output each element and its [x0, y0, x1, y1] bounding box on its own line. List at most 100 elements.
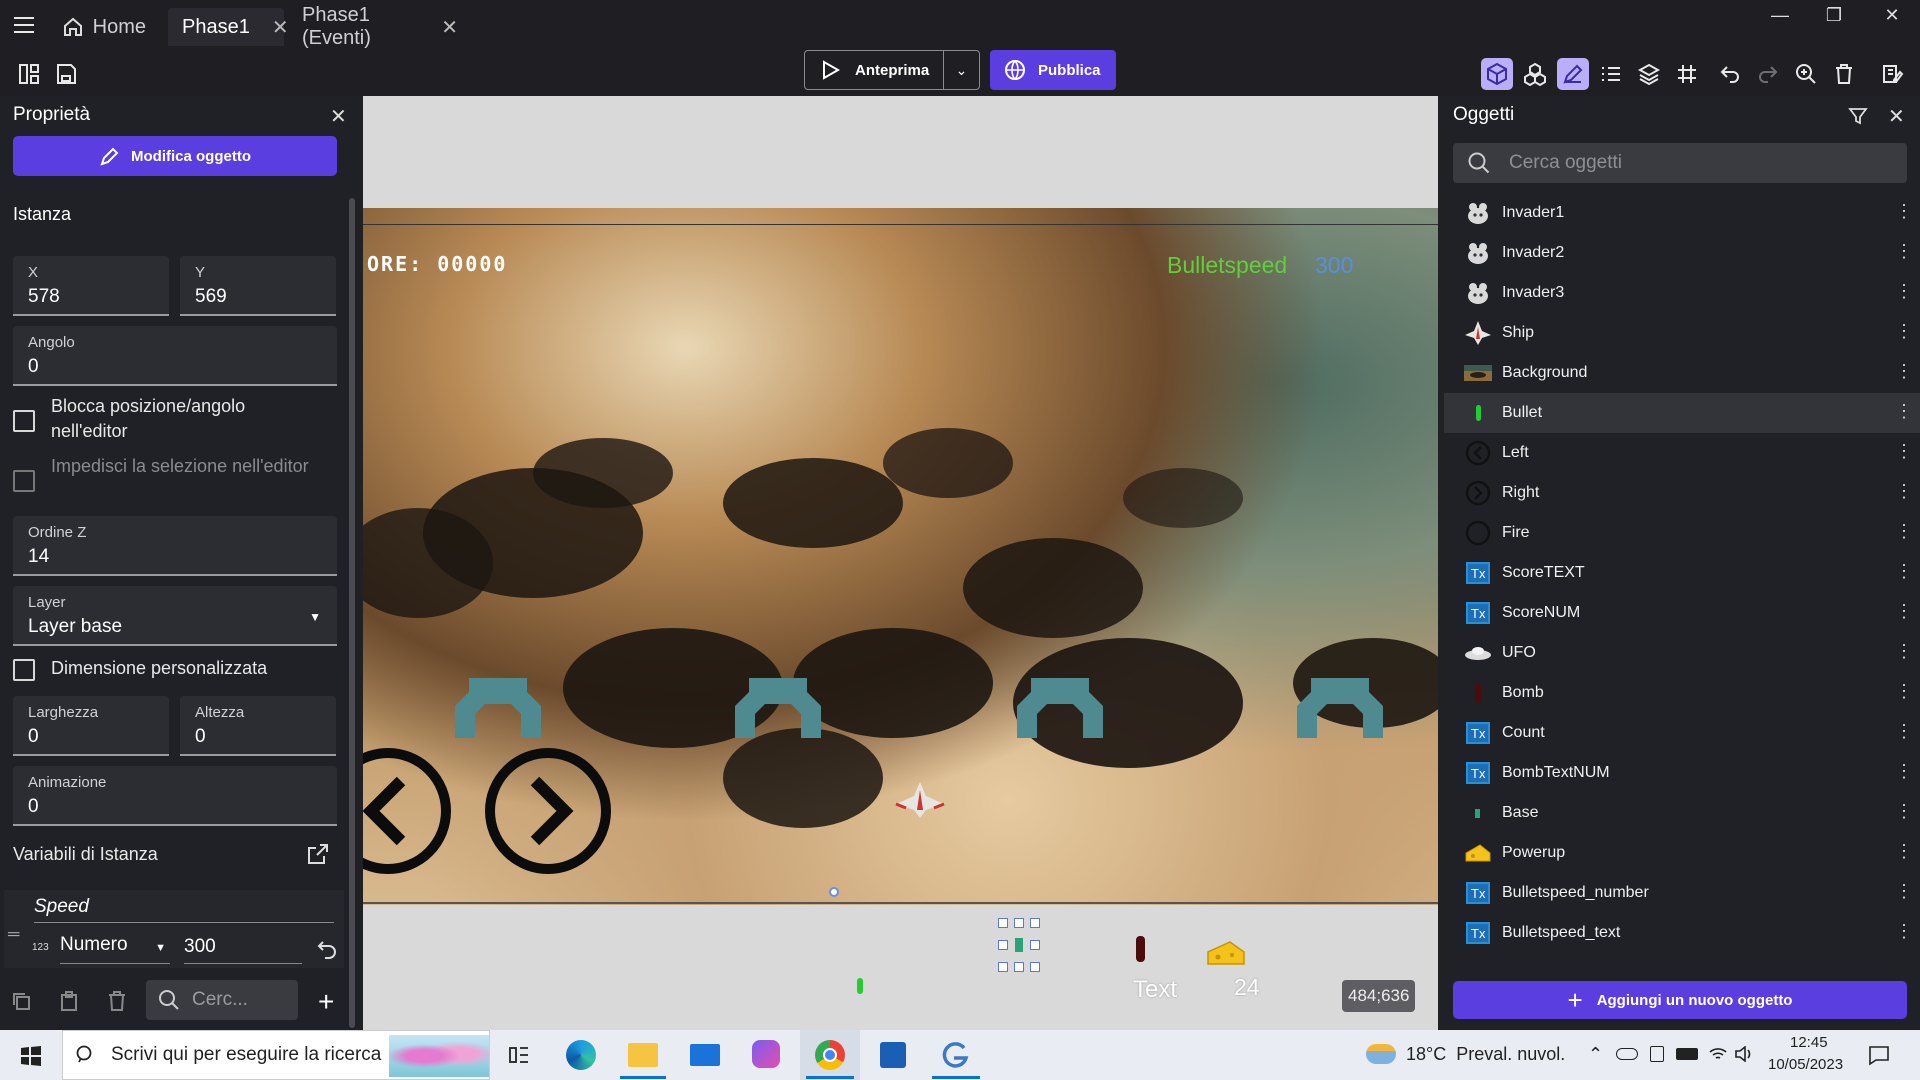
count-object[interactable]: 24	[1234, 974, 1260, 1001]
mail-icon[interactable]	[690, 1044, 720, 1066]
variables-search[interactable]: Cerc...	[146, 980, 298, 1020]
left-arrow-button[interactable]	[363, 746, 453, 876]
more-options-icon[interactable]: ⋮	[1895, 521, 1913, 542]
copilot-app-icon[interactable]	[752, 1040, 780, 1068]
more-options-icon[interactable]: ⋮	[1895, 441, 1913, 462]
restore-window-icon[interactable]: ❐	[1806, 0, 1862, 30]
tab-home[interactable]: Home	[48, 8, 160, 46]
zorder-field[interactable]: Ordine Z 14	[13, 516, 337, 576]
save-icon[interactable]	[50, 58, 82, 90]
objects-search-input[interactable]: Cerca oggetti	[1453, 143, 1907, 183]
panel-scrollbar[interactable]	[349, 198, 355, 1028]
reset-icon[interactable]	[316, 938, 338, 965]
trash-icon[interactable]	[1828, 58, 1860, 90]
edge-browser-icon[interactable]	[566, 1040, 596, 1070]
paste-icon[interactable]	[58, 990, 80, 1017]
preview-button[interactable]: Anteprima ⌄	[804, 50, 980, 90]
variable-value-input[interactable]: 300	[184, 936, 302, 964]
more-options-icon[interactable]: ⋮	[1895, 721, 1913, 742]
angle-field[interactable]: Angolo 0	[13, 326, 337, 386]
custom-size-checkbox[interactable]	[13, 659, 35, 681]
more-options-icon[interactable]: ⋮	[1895, 361, 1913, 382]
close-panel-icon[interactable]: ✕	[1888, 104, 1905, 129]
instances-list-icon[interactable]	[1595, 58, 1627, 90]
objects-group-icon[interactable]	[1519, 58, 1551, 90]
zoom-icon[interactable]	[1790, 58, 1822, 90]
invader-sprite[interactable]	[455, 678, 541, 738]
edit-pencil-icon[interactable]	[1557, 58, 1589, 90]
delete-icon[interactable]	[106, 990, 128, 1017]
close-tab-icon[interactable]: ✕	[441, 15, 458, 40]
bulletspeed-number[interactable]: 300	[1315, 252, 1353, 279]
battery-icon[interactable]	[1676, 1048, 1698, 1060]
more-options-icon[interactable]: ⋮	[1895, 761, 1913, 782]
onedrive-icon[interactable]	[1616, 1048, 1638, 1060]
close-tab-icon[interactable]: ✕	[272, 15, 289, 40]
more-options-icon[interactable]: ⋮	[1895, 641, 1913, 662]
layers-icon[interactable]	[1633, 58, 1665, 90]
more-options-icon[interactable]: ⋮	[1895, 681, 1913, 702]
more-options-icon[interactable]: ⋮	[1895, 921, 1913, 942]
invader-sprite[interactable]	[735, 678, 821, 738]
more-options-icon[interactable]: ⋮	[1895, 281, 1913, 302]
bulletspeed-text[interactable]: Bulletspeed	[1167, 252, 1287, 279]
right-arrow-button[interactable]	[483, 746, 613, 876]
lock-position-checkbox[interactable]	[13, 410, 35, 432]
windows-start-icon[interactable]	[20, 1045, 42, 1072]
more-options-icon[interactable]: ⋮	[1895, 401, 1913, 422]
ship-sprite[interactable]	[895, 780, 945, 820]
score-text[interactable]: ORE: 00000	[367, 252, 507, 276]
y-field[interactable]: Y 569	[180, 256, 336, 316]
gdevelop-icon[interactable]	[940, 1040, 970, 1070]
more-options-icon[interactable]: ⋮	[1895, 201, 1913, 222]
tab-phase1-eventi[interactable]: Phase1 (Eventi) ✕	[288, 4, 472, 49]
close-panel-icon[interactable]: ✕	[330, 104, 347, 129]
base-selection-box[interactable]	[998, 918, 1042, 974]
store-icon[interactable]	[880, 1042, 906, 1068]
clock-time[interactable]: 12:45	[1790, 1034, 1828, 1051]
open-external-icon[interactable]	[306, 842, 330, 871]
powerup-cheese-sprite[interactable]	[1206, 940, 1246, 966]
more-options-icon[interactable]: ⋮	[1895, 321, 1913, 342]
weather-text[interactable]: 18°C Preval. nuvol.	[1406, 1044, 1565, 1065]
drag-handle-icon[interactable]: ═	[8, 926, 19, 944]
3d-cube-icon[interactable]	[1481, 58, 1513, 90]
more-options-icon[interactable]: ⋮	[1895, 241, 1913, 262]
chevron-down-icon[interactable]: ⌄	[943, 51, 979, 89]
add-object-button[interactable]: + Aggiungi un nuovo oggetto	[1453, 981, 1907, 1019]
height-field[interactable]: Altezza 0	[180, 696, 336, 756]
taskbar-search[interactable]: Scrivi qui per eseguire la ricerca	[62, 1030, 490, 1080]
chrome-icon[interactable]	[815, 1040, 845, 1070]
undo-icon[interactable]	[1714, 58, 1746, 90]
minimize-window-icon[interactable]: —	[1752, 0, 1808, 30]
notifications-icon[interactable]	[1868, 1044, 1890, 1071]
variable-type-select[interactable]: Numero ▼	[60, 934, 170, 964]
more-options-icon[interactable]: ⋮	[1895, 801, 1913, 822]
bullet-sprite[interactable]	[857, 978, 863, 994]
selection-handle[interactable]	[829, 887, 839, 897]
scene-properties-icon[interactable]	[1876, 58, 1908, 90]
copy-icon[interactable]	[10, 990, 32, 1017]
close-window-icon[interactable]: ✕	[1864, 0, 1920, 30]
tray-chevron-icon[interactable]: ⌃	[1588, 1044, 1603, 1065]
clock-date[interactable]: 10/05/2023	[1768, 1056, 1843, 1073]
tab-phase1[interactable]: Phase1 ✕	[168, 8, 289, 46]
layer-select[interactable]: Layer Layer base ▼	[13, 586, 337, 646]
add-variable-icon[interactable]: +	[318, 986, 334, 1018]
x-field[interactable]: X 578	[13, 256, 169, 316]
filter-icon[interactable]	[1848, 106, 1868, 131]
edit-object-button[interactable]: Modifica oggetto	[13, 136, 337, 176]
text-object[interactable]: Text	[1133, 976, 1177, 1004]
file-explorer-icon[interactable]	[628, 1043, 658, 1067]
more-options-icon[interactable]: ⋮	[1895, 881, 1913, 902]
tray-device-icon[interactable]	[1650, 1046, 1664, 1062]
prevent-selection-checkbox[interactable]	[13, 470, 35, 492]
more-options-icon[interactable]: ⋮	[1895, 481, 1913, 502]
animation-field[interactable]: Animazione 0	[13, 766, 337, 826]
invader-sprite[interactable]	[1017, 678, 1103, 738]
game-background[interactable]: ORE: 00000 Bulletspeed 300	[363, 208, 1438, 905]
variable-name[interactable]: Speed	[34, 896, 334, 923]
wifi-icon[interactable]	[1708, 1046, 1728, 1067]
panels-icon[interactable]	[13, 58, 45, 90]
bomb-sprite[interactable]	[1136, 936, 1145, 962]
